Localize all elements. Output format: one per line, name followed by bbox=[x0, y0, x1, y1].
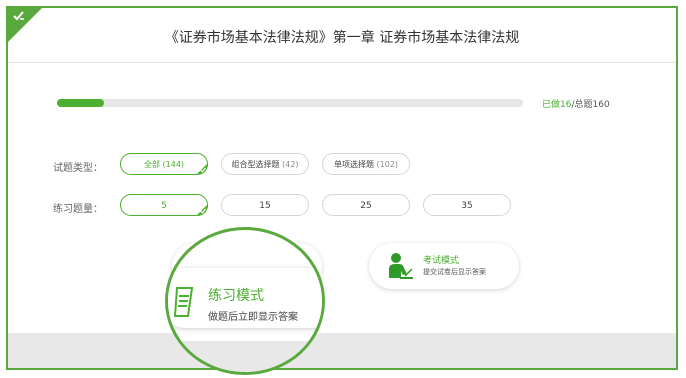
progress-done: 已做16 bbox=[542, 100, 572, 110]
exam-mode-title: 考试模式 bbox=[423, 256, 460, 266]
type-option-single[interactable]: 单项选择题 (102) bbox=[322, 153, 410, 175]
count-option-35[interactable]: 35 bbox=[423, 194, 511, 216]
question-count-label: 练习题量： bbox=[53, 204, 103, 215]
type-option-all[interactable]: 全部 (144) bbox=[120, 153, 208, 175]
question-type-label: 试题类型： bbox=[53, 163, 103, 174]
type-option-count: (102) bbox=[376, 160, 399, 169]
person-writing-icon bbox=[389, 253, 413, 279]
exam-mode-desc: 提交试卷后显示答案 bbox=[423, 268, 486, 276]
count-option-value: 35 bbox=[461, 201, 473, 211]
count-option-25[interactable]: 25 bbox=[322, 194, 410, 216]
practice-mode-desc: 做题后立即显示答案 bbox=[208, 312, 298, 323]
exam-mode-button[interactable]: 考试模式 提交试卷后显示答案 bbox=[369, 243, 519, 289]
count-option-value: 15 bbox=[259, 201, 271, 211]
count-option-15[interactable]: 15 bbox=[221, 194, 309, 216]
header: 《证券市场基本法律法规》第一章 证券市场基本法律法规 bbox=[8, 8, 676, 63]
check-icon bbox=[200, 208, 206, 214]
pen-check-icon bbox=[13, 11, 24, 21]
progress-fill bbox=[57, 99, 104, 107]
progress-total: /总题160 bbox=[571, 100, 610, 110]
footer-bar bbox=[8, 333, 676, 368]
type-option-name: 单项选择题 bbox=[333, 160, 374, 169]
count-option-value: 5 bbox=[161, 201, 167, 211]
type-option-count: (42) bbox=[282, 160, 299, 169]
type-option-name: 组合型选择题 bbox=[231, 160, 280, 169]
check-icon bbox=[200, 167, 206, 173]
count-option-5[interactable]: 5 bbox=[120, 194, 208, 216]
practice-mode-magnifier[interactable]: 练习模式 做题后立即显示答案 bbox=[165, 227, 325, 375]
type-option-combined[interactable]: 组合型选择题 (42) bbox=[221, 153, 309, 175]
document-icon bbox=[174, 287, 194, 317]
progress-text: 已做16/总题160 bbox=[542, 97, 610, 110]
count-option-value: 25 bbox=[360, 201, 372, 211]
type-option-name: 全部 bbox=[143, 160, 160, 169]
practice-mode-title: 练习模式 bbox=[208, 288, 264, 304]
type-option-count: (144) bbox=[162, 160, 185, 169]
progress-bar bbox=[57, 99, 523, 107]
magnifier-footer bbox=[168, 341, 322, 372]
page-title: 《证券市场基本法律法规》第一章 证券市场基本法律法规 bbox=[164, 30, 520, 46]
